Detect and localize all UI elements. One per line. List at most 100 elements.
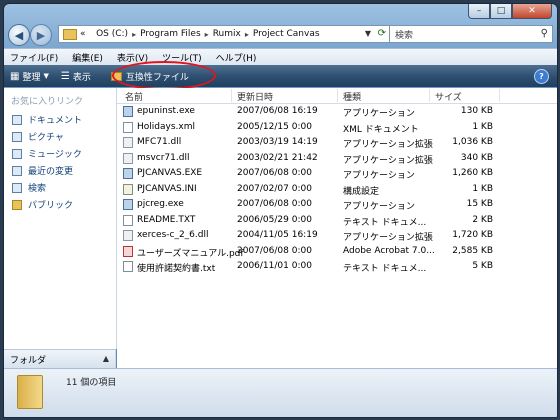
breadcrumb-program-files[interactable]: Program Files	[140, 29, 201, 39]
dll-icon	[123, 152, 133, 164]
picture-icon	[12, 131, 22, 142]
file-name: 使用許諾契約書.txt	[137, 264, 216, 274]
dll-icon	[123, 230, 133, 241]
file-row[interactable]: pjcreg.exe 2007/06/08 0:00 アプリケーション 15 KB	[117, 197, 557, 213]
favorite-links-heading: お気に入りリンク	[11, 97, 84, 107]
minimize-button[interactable]: –	[468, 4, 490, 19]
file-row[interactable]: ユーザーズマニュアル.pdf 2007/06/08 0:00 Adobe Acrob…	[117, 244, 557, 260]
views-icon: ☰	[60, 70, 70, 82]
file-type: アプリケーション	[343, 109, 415, 119]
sidebar-item-music[interactable]: ミュージック	[4, 145, 116, 162]
address-dropdown-icon[interactable]: ▼	[365, 29, 371, 38]
close-button[interactable]: ✕	[512, 4, 552, 19]
folder-icon	[110, 71, 122, 81]
file-date: 2005/12/15 0:00	[237, 121, 312, 132]
file-date: 2007/06/08 0:00	[237, 199, 312, 209]
file-size: 1 KB	[472, 183, 493, 194]
file-date: 2006/05/29 0:00	[237, 214, 312, 225]
menu-edit[interactable]: 編集(E)	[72, 51, 103, 64]
file-type: Adobe Acrobat 7.0...	[343, 245, 435, 256]
file-row[interactable]: 使用許諾契約書.txt 2006/11/01 0:00 テキスト ドキュメ... 5 …	[117, 259, 557, 275]
folder-icon	[12, 199, 22, 210]
sidebar-item-recent[interactable]: 最近の変更	[4, 162, 116, 179]
file-row[interactable]: Holidays.xml 2005/12/15 0:00 XML ドキュメント 1 K…	[117, 120, 557, 136]
file-row[interactable]: msvcr71.dll 2003/02/21 21:42 アプリケーション拡張 340…	[117, 151, 557, 167]
exe-icon	[123, 199, 133, 210]
file-name: msvcr71.dll	[137, 152, 190, 163]
compatibility-files-button[interactable]: 互換性ファイル	[110, 70, 189, 83]
ini-icon	[123, 183, 133, 195]
breadcrumb-separator[interactable]: ▸	[205, 30, 209, 39]
menu-tools[interactable]: ツール(T)	[162, 51, 202, 64]
search-icon[interactable]: ⚲	[541, 28, 548, 39]
menu-help[interactable]: ヘルプ(H)	[216, 51, 257, 64]
file-date: 2006/11/01 0:00	[237, 261, 312, 271]
help-icon[interactable]: ?	[534, 69, 549, 84]
sidebar-item-documents[interactable]: ドキュメント	[4, 111, 116, 128]
file-type: アプリケーション拡張	[343, 155, 433, 166]
search-box[interactable]: 検索 ⚲	[389, 25, 553, 43]
item-count: 11 個の項目	[66, 378, 117, 388]
refresh-icon[interactable]: ⟳	[378, 28, 386, 39]
file-type: テキスト ドキュメ...	[343, 264, 427, 274]
file-row[interactable]: MFC71.dll 2003/03/19 14:19 アプリケーション拡張 1,036…	[117, 135, 557, 151]
file-name: xerces-c_2_6.dll	[137, 230, 209, 240]
file-list: 名前 更新日時 種類 サイズ epuninst.exe 2007/06/08 16…	[117, 88, 557, 368]
file-row[interactable]: PJCANVAS.EXE 2007/06/08 0:00 アプリケーション 1,260…	[117, 166, 557, 182]
breadcrumb-separator[interactable]: ▸	[245, 30, 249, 39]
file-name: PJCANVAS.EXE	[137, 168, 203, 178]
organize-button[interactable]: ▦ 整理 ▼	[10, 70, 49, 83]
document-icon	[12, 114, 22, 125]
sidebar-item-pictures[interactable]: ピクチャ	[4, 128, 116, 145]
forward-arrow-icon: ▶	[36, 28, 46, 42]
file-row[interactable]: README.TXT 2006/05/29 0:00 テキスト ドキュメ... 2 K…	[117, 213, 557, 229]
explorer-window: – □ ✕ ◀ ▶ « OS (C:) ▸ Program Files ▸ Ru…	[3, 3, 558, 418]
exe-icon	[123, 168, 133, 179]
breadcrumb-rumix[interactable]: Rumix	[213, 29, 241, 39]
txt-icon	[123, 214, 133, 226]
breadcrumb-drive[interactable]: OS (C:)	[96, 29, 128, 39]
file-type: アプリケーション	[343, 171, 415, 181]
file-name: pjcreg.exe	[137, 199, 184, 209]
txt-icon	[123, 261, 133, 272]
breadcrumb-separator[interactable]: ▸	[132, 30, 136, 39]
breadcrumb-project-canvas[interactable]: Project Canvas	[253, 29, 320, 39]
sidebar-item-search[interactable]: 検索	[4, 179, 116, 196]
file-name: Holidays.xml	[137, 121, 195, 132]
file-row[interactable]: epuninst.exe 2007/06/08 16:19 アプリケーション 130 …	[117, 104, 557, 120]
details-pane: 11 個の項目	[4, 368, 557, 417]
chevron-down-icon: ▼	[43, 72, 49, 80]
file-type: XML ドキュメント	[343, 124, 419, 135]
file-size: 1,260 KB	[452, 168, 493, 178]
pdf-icon	[123, 245, 133, 257]
menu-view[interactable]: 表示(V)	[117, 51, 148, 64]
xml-icon	[123, 121, 133, 133]
navigation-row: ◀ ▶ « OS (C:) ▸ Program Files ▸ Rumix ▸ …	[8, 24, 553, 46]
search-placeholder: 検索	[395, 30, 414, 41]
file-row[interactable]: PJCANVAS.INI 2007/02/07 0:00 構成設定 1 KB	[117, 182, 557, 198]
file-row[interactable]: xerces-c_2_6.dll 2004/11/05 16:19 アプリケーション…	[117, 228, 557, 244]
menu-file[interactable]: ファイル(F)	[10, 51, 58, 64]
back-button[interactable]: ◀	[8, 24, 30, 46]
views-button[interactable]: ☰ 表示	[61, 70, 91, 83]
file-date: 2003/02/21 21:42	[237, 152, 318, 163]
organize-icon: ▦	[10, 70, 20, 82]
file-size: 1 KB	[472, 121, 493, 132]
command-bar: ▦ 整理 ▼ ☰ 表示 互換性ファイル ?	[4, 65, 557, 87]
maximize-button[interactable]: □	[490, 4, 512, 19]
breadcrumb-overflow[interactable]: «	[80, 29, 86, 39]
column-type[interactable]: 種類	[343, 90, 361, 103]
dll-icon	[123, 137, 133, 148]
column-size[interactable]: サイズ	[435, 90, 462, 103]
address-bar[interactable]: « OS (C:) ▸ Program Files ▸ Rumix ▸ Proj…	[58, 25, 390, 43]
file-type: アプリケーション拡張	[343, 233, 433, 243]
forward-button[interactable]: ▶	[30, 24, 52, 46]
file-name: PJCANVAS.INI	[137, 183, 197, 194]
column-name[interactable]: 名前	[125, 90, 143, 103]
sidebar-item-public[interactable]: パブリック	[4, 196, 116, 213]
file-type: アプリケーション	[343, 202, 415, 212]
column-date[interactable]: 更新日時	[237, 90, 273, 103]
folders-toggle[interactable]: フォルダ ▲	[4, 349, 116, 368]
folders-label: フォルダ	[10, 355, 47, 366]
recent-icon	[12, 165, 22, 176]
